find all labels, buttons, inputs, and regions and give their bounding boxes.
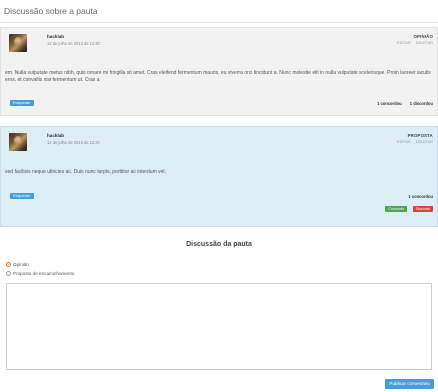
comment-type-label: OPINIÃO xyxy=(413,34,433,39)
option-opinion-label: Opinião xyxy=(13,262,29,267)
comment-date: 12 de julho de 2013 às 12:20 xyxy=(47,41,100,46)
comment-body: em. Nulla vulputate metus nibh, quis orn… xyxy=(5,70,431,84)
delete-link[interactable]: DELETAR xyxy=(416,140,433,144)
delete-link[interactable]: DELETAR xyxy=(416,41,433,45)
reply-button[interactable]: Responder xyxy=(10,193,34,199)
option-opinion[interactable]: Opinião xyxy=(6,262,29,267)
reply-button[interactable]: Responder xyxy=(10,100,34,106)
agree-count: 1 concordou xyxy=(408,194,433,199)
comment-card: hacklab 12 de julho de 2013 às 12:20 PRO… xyxy=(0,126,438,227)
disagree-button[interactable]: Discordo xyxy=(412,206,433,212)
edit-link[interactable]: EDITAR xyxy=(397,140,411,144)
comment-textarea[interactable] xyxy=(6,283,432,370)
option-proposal[interactable]: Proposta de encaminhamento xyxy=(6,271,74,276)
edit-link[interactable]: EDITAR xyxy=(397,41,411,45)
agree-button[interactable]: Concordo xyxy=(385,206,407,212)
option-proposal-label: Proposta de encaminhamento xyxy=(13,271,75,276)
agree-count: 1 concordou xyxy=(377,101,402,106)
comment-type-label: PROPOSTA xyxy=(407,133,433,138)
comment-card: hacklab 12 de julho de 2013 às 12:20 OPI… xyxy=(0,27,438,116)
comment-date: 12 de julho de 2013 às 12:20 xyxy=(47,140,100,145)
comment-author[interactable]: hacklab xyxy=(47,133,64,138)
radio-proposal[interactable] xyxy=(6,271,11,276)
discussion-title: Discussão da pauta xyxy=(186,241,252,248)
avatar xyxy=(9,133,27,151)
page-title: Discussão sobre a pauta xyxy=(4,6,98,16)
comment-body: sed facilisis neque ultricies ac. Duis n… xyxy=(5,169,166,175)
radio-opinion[interactable] xyxy=(6,262,11,267)
publish-comment-button[interactable]: Publicar comentário xyxy=(385,379,434,389)
title-divider xyxy=(0,22,438,23)
disagree-count: 1 discordou xyxy=(409,101,433,106)
comment-author[interactable]: hacklab xyxy=(47,34,64,39)
avatar xyxy=(9,34,27,52)
